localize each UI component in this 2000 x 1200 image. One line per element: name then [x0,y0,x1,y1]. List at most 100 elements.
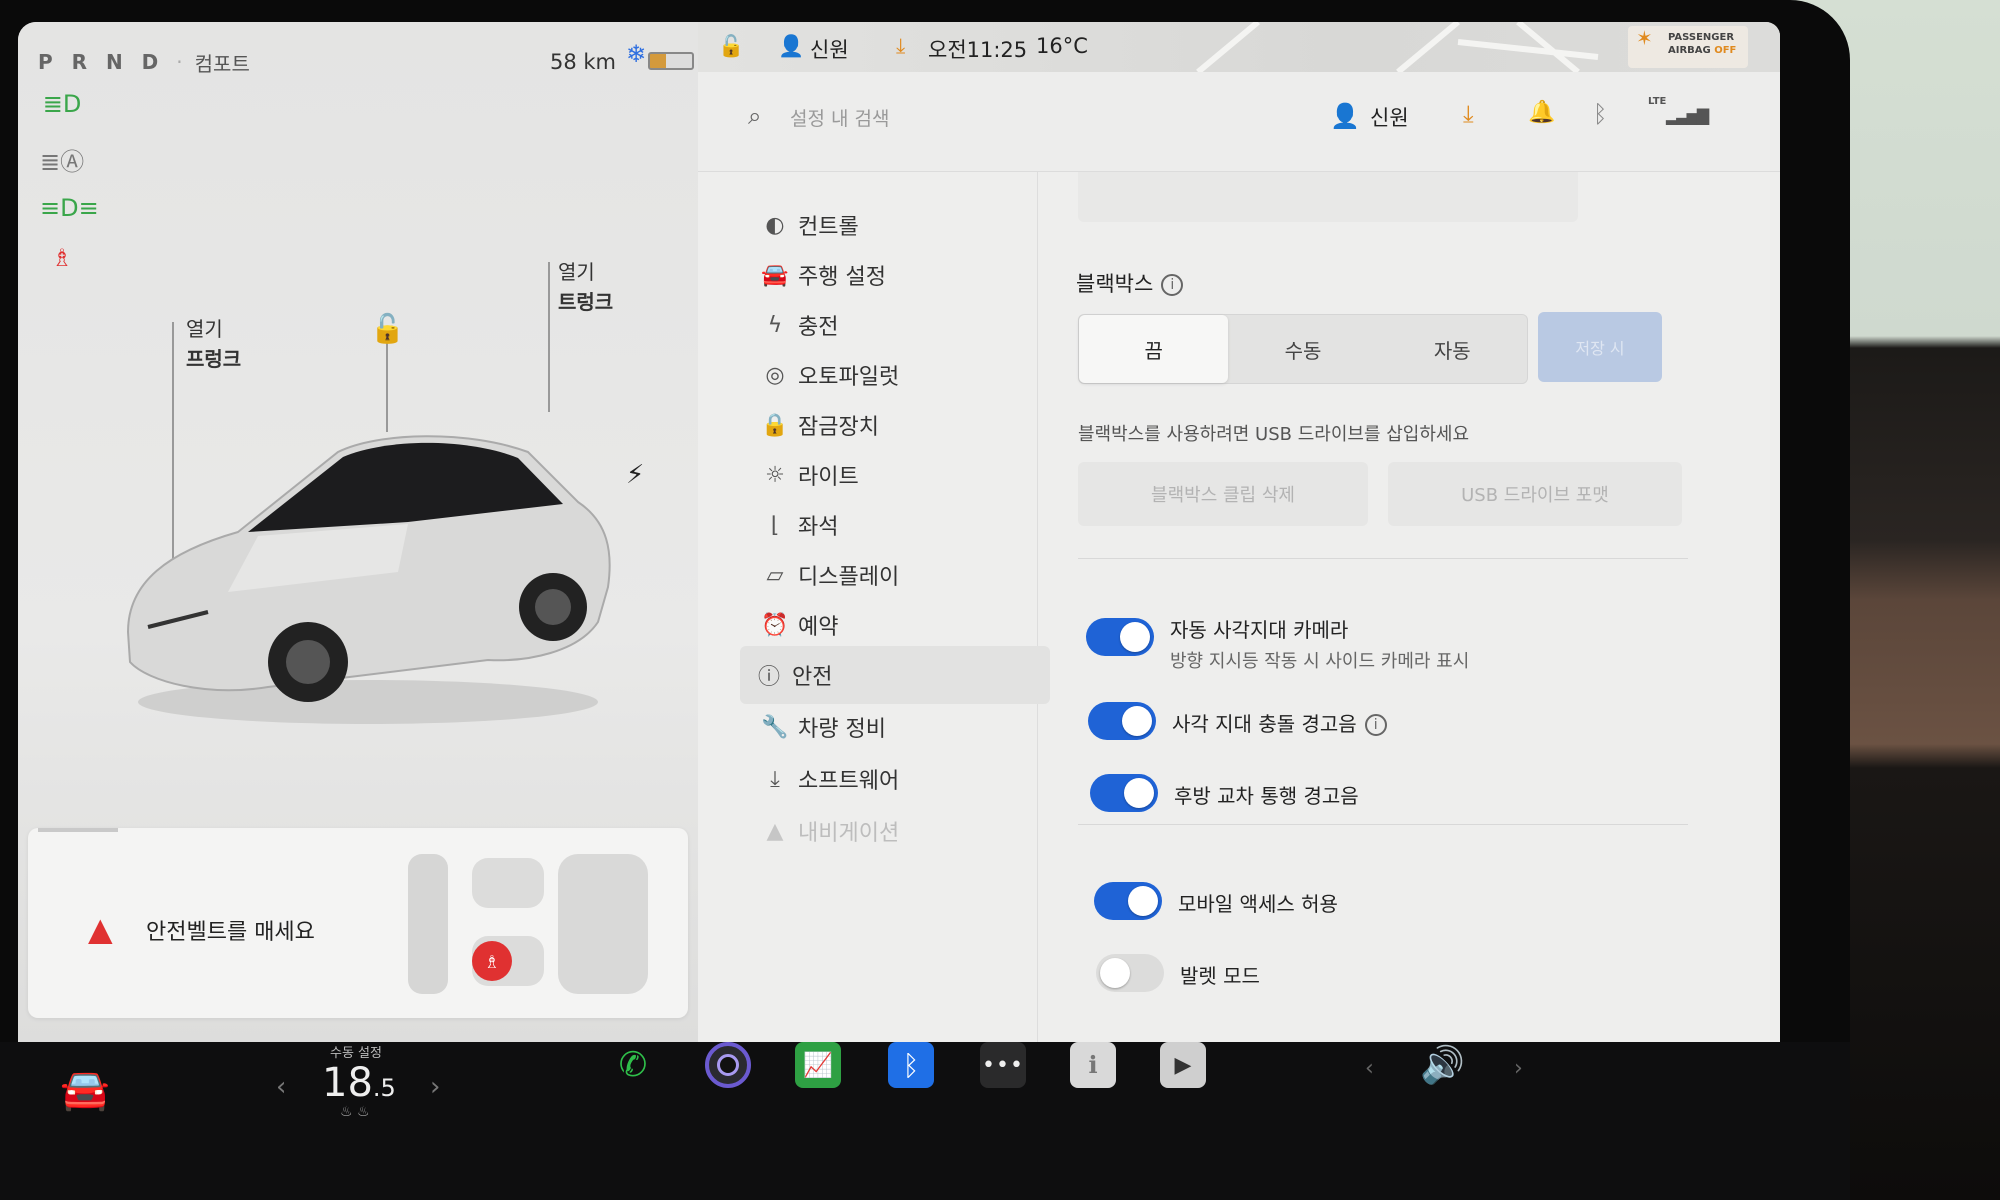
divider [1078,824,1688,825]
nav-label: 잠금장치 [798,415,879,440]
manual-app-icon[interactable]: ℹ [1070,1042,1116,1088]
blind-spot-camera-toggle[interactable] [1086,618,1154,656]
clock: 오전11:25 [928,38,1028,62]
profile-icon[interactable]: 👤 [1330,102,1360,130]
energy-app-icon[interactable]: 📈 [795,1042,841,1088]
software-download-icon[interactable]: ⤓ [1463,100,1474,128]
driver-profile-icon[interactable]: 👤 [778,34,804,59]
seat-heater-icon[interactable]: ♨ ♨ [340,1104,370,1120]
airbag-label-1: PASSENGER [1668,32,1735,43]
seatbelt-warning-text: 안전벨트를 매세요 [146,920,315,945]
mobile-access-toggle[interactable] [1094,882,1162,920]
drive-mode[interactable]: 컴포트 [195,48,250,77]
lock-status-icon[interactable]: 🔓 [718,34,744,59]
car-icon[interactable]: 🚘 [60,1066,110,1113]
seatbelt-alert-card: ▲ 안전벨트를 매세요 ♗ [28,828,688,1018]
nav-item-navigation[interactable]: ▲ 내비게이션 [746,802,1046,860]
settings-search-input[interactable] [790,102,1090,136]
outside-temperature: 16°C [1036,34,1088,58]
drive-status-bar: P R N D · 컴포트 58 km ❄ [38,40,698,82]
volume-down-icon[interactable]: ‹ [1365,1056,1374,1081]
blind-spot-chime-text: 사각 지대 충돌 경고음 [1172,712,1357,736]
delete-clips-button[interactable]: 블랙박스 클립 삭제 [1078,462,1368,526]
driver-profile-name[interactable]: 신원 [810,34,849,64]
battery-icon [648,52,694,70]
info-icon[interactable]: i [1364,714,1387,736]
safety-settings-content: 블랙박스 i 끔 수동 자동 저장 시 블랙박스를 사용하려면 USB 드라이브를… [1038,172,1780,1042]
blind-spot-camera-description: 방향 지시등 작동 시 사이드 카메라 표시 [1170,651,1470,672]
format-usb-button[interactable]: USB 드라이브 포맷 [1388,462,1682,526]
lte-label: LTE [1648,96,1667,107]
search-icon: ⌕ [748,102,762,130]
trunk-action: 열기 [558,260,595,284]
temperature-up-icon[interactable]: › [430,1072,440,1102]
temperature-whole: 18 [322,1060,373,1106]
separator: · [176,50,183,74]
settings-header: ⌕ 👤 신원 ⤓ 🔔 ᛒ LTE ▂▃▅▇ [698,72,1780,172]
signal-strength-icon: ▂▃▅▇ [1666,106,1709,125]
valet-mode-label: 발렛 모드 [1180,964,1260,988]
camera-app-icon[interactable] [705,1042,751,1088]
bluetooth-icon[interactable]: ᛒ [1593,100,1607,128]
display-icon: ▱ [766,562,784,588]
nav-label: 차량 정비 [798,717,886,742]
card-grip [38,828,118,832]
snowflake-icon: ❄ [626,40,647,68]
bluetooth-app-icon[interactable]: ᛒ [888,1042,934,1088]
valet-mode-toggle[interactable] [1096,954,1164,992]
bottom-dock: 🚘 ‹ 수동 설정 18.5 › ♨ ♨ ✆ 📈 ᛒ ••• ℹ ▶ ‹ 🔊 › [0,1042,1850,1200]
top-status-bar: 🔓 👤 신원 ⤓ 오전11:25 16°C ✶ PASSENGER AIRBAG… [698,22,1780,72]
temperature-down-icon[interactable]: ‹ [276,1072,286,1102]
settings-nav: ◐ 컨트롤 🚘 주행 설정 ϟ 충전 ◎ 오토파일럿 🔒 잠금장치 ☼ 라이트 ⌊ 좌석 ▱ 디… [698,172,1050,1042]
profile-name[interactable]: 신원 [1370,102,1409,132]
trunk-label: 트렁크 [558,290,614,314]
frunk-label: 프렁크 [186,347,242,371]
frunk-open-control[interactable]: 열기 프렁크 [186,314,241,374]
dashcam-option-auto[interactable]: 자동 [1378,315,1527,383]
nav-label: 내비게이션 [798,821,900,846]
blind-spot-chime-toggle[interactable] [1088,702,1156,740]
airbag-state: OFF [1714,45,1737,56]
headlight-icon: ≣D [42,90,82,118]
settings-panel: ⌕ 👤 신원 ⤓ 🔔 ᛒ LTE ▂▃▅▇ ◐ 컨트롤 🚘 주행 설정 ϟ 충전 ◎ 오… [698,72,1780,1042]
dashcam-title: 블랙박스 [1076,272,1154,296]
nav-item-software[interactable]: ⤓ 소프트웨어 [746,750,1046,808]
divider [1078,558,1688,559]
navigation-icon: ▲ [766,818,784,844]
nav-item-service[interactable]: 🔧 차량 정비 [746,698,1046,756]
passenger-airbag-status: ✶ PASSENGER AIRBAG OFF [1628,26,1748,68]
speaker-icon[interactable]: 🔊 [1420,1044,1465,1086]
dashcam-usb-hint: 블랙박스를 사용하려면 USB 드라이브를 삽입하세요 [1078,424,1470,445]
info-icon[interactable]: i [1161,274,1184,296]
trunk-leader-line [548,262,550,412]
light-icon: ☼ [765,462,785,488]
frunk-action: 열기 [186,317,223,341]
svg-text:♗: ♗ [484,952,500,973]
dashcam-section-title: 블랙박스 i [1076,268,1184,298]
gear-indicator: P R N D [38,50,165,74]
phone-app-icon[interactable]: ✆ [610,1042,656,1088]
media-player-icon[interactable]: ▶ [1160,1042,1206,1088]
nav-label: 라이트 [798,465,859,490]
bolt-icon: ϟ [767,312,783,338]
cabin-temperature[interactable]: 18.5 [322,1060,396,1106]
seatbelt-warning-icon: ♗ [51,244,73,272]
dashcam-option-manual[interactable]: 수동 [1228,315,1377,383]
dashcam-option-off[interactable]: 끔 [1079,315,1229,383]
nav-label: 충전 [798,315,839,340]
nav-item-safety[interactable]: ⓘ 안전 [740,646,1050,704]
charge-port-icon[interactable]: ⚡ [626,460,644,490]
warning-icon: ▲ [88,910,113,948]
temperature-decimal: .5 [372,1074,396,1102]
unlock-icon[interactable]: 🔓 [370,312,405,345]
download-icon[interactable]: ⤓ [896,34,905,59]
more-apps-icon[interactable]: ••• [980,1042,1026,1088]
touchscreen: P R N D · 컴포트 58 km ❄ ≣D ≣Ⓐ ≡D≡ ♗ 열기 프렁크… [18,22,1780,1042]
rear-cross-traffic-toggle[interactable] [1090,774,1158,812]
trunk-open-control[interactable]: 열기 트렁크 [558,257,613,317]
rear-cross-traffic-label: 후방 교차 통행 경고음 [1174,784,1359,808]
bell-icon[interactable]: 🔔 [1528,100,1555,125]
dashcam-save-button[interactable]: 저장 시 [1538,312,1662,382]
volume-up-icon[interactable]: › [1514,1056,1523,1081]
nav-label: 좌석 [798,515,839,540]
